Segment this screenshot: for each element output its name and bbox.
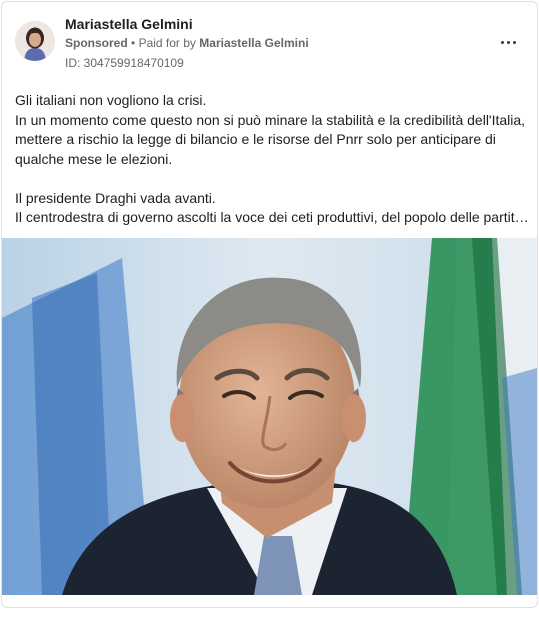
separator-dot: • bbox=[131, 36, 136, 50]
ad-card: Mariastella Gelmini Sponsored • Paid for… bbox=[1, 1, 538, 608]
post-text-line: Gli italiani non vogliono la crisi. bbox=[15, 92, 207, 108]
paid-for-label: Paid for by bbox=[138, 36, 196, 50]
post-photo[interactable] bbox=[2, 238, 537, 595]
portrait-photo bbox=[2, 238, 537, 595]
avatar-portrait bbox=[15, 21, 55, 61]
paid-for-name[interactable]: Mariastella Gelmini bbox=[199, 36, 308, 50]
post-text-line: mettere a rischio la legge di bilancio e… bbox=[15, 131, 496, 147]
ad-id: ID: 304759918470109 bbox=[65, 56, 184, 70]
author-name[interactable]: Mariastella Gelmini bbox=[65, 16, 193, 32]
post-text-line: Il presidente Draghi vada avanti. bbox=[15, 189, 216, 206]
avatar[interactable] bbox=[15, 21, 55, 61]
sponsored-label: Sponsored bbox=[65, 36, 128, 50]
post-text-line: Il centrodestra di governo ascolti la vo… bbox=[15, 209, 529, 225]
sponsored-line: Sponsored • Paid for by Mariastella Gelm… bbox=[65, 36, 309, 50]
post-text: Gli italiani non vogliono la crisi. In u… bbox=[15, 91, 530, 228]
more-options-button[interactable] bbox=[494, 32, 522, 52]
more-horizontal-icon bbox=[500, 40, 504, 44]
post-text-line: In un momento come questo non si può min… bbox=[15, 111, 526, 128]
post-text-line: qualche mese le elezioni. bbox=[15, 150, 173, 167]
